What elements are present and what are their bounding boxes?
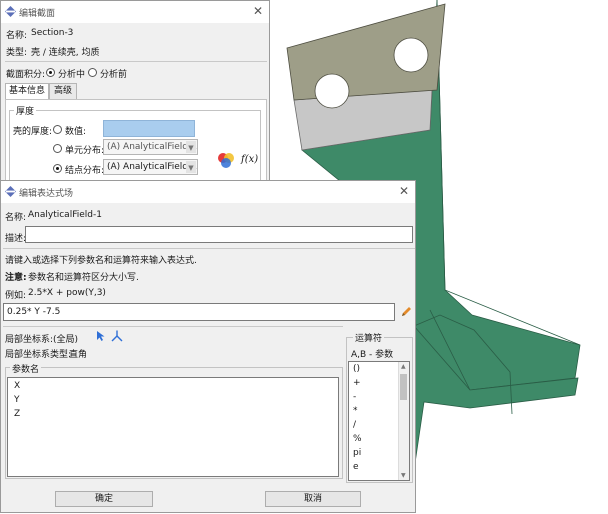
integration-before-radio[interactable] [88,68,97,77]
list-item[interactable]: Y [14,395,20,405]
expression-dialog[interactable]: 编辑表达式场 ✕ 名称: AnalyticalField-1 描述: 请键入或选… [0,180,416,513]
description-label: 描述: [5,234,27,244]
operators-list[interactable]: () + - * / % pi e ▲ ▼ [348,361,410,481]
node-dist-label: 结点分布: [65,166,105,176]
model-hole-right [393,37,429,73]
operators-group-title: 运算符 [353,331,385,344]
note-label: 注意: [5,273,27,283]
list-item[interactable]: * [353,406,358,416]
section-dialog[interactable]: 编辑截面 ✕ 名称: Section-3 类型: 壳 / 连续壳, 均质 截面积… [0,0,270,186]
integration-label: 截面积分: [6,70,46,80]
list-item[interactable]: - [353,392,356,402]
abaqus-logo-icon [5,186,16,197]
list-item[interactable]: pi [353,448,361,458]
csys-type-value: 直角 [69,350,88,360]
abaqus-logo-icon [5,6,16,17]
example-text: 2.5*X + pow(Y,3) [28,288,106,298]
select-arrow-icon[interactable] [96,330,106,342]
csys-value: (全局) [53,335,79,345]
cancel-button[interactable]: 取消 [265,491,361,507]
note-text: 参数名和运算符区分大小写. [28,273,139,283]
separator [3,248,415,249]
section-name-value: Section-3 [31,28,74,38]
element-dist-combo[interactable]: (A) AnalyticalField-1 ▼ [103,139,198,155]
thickness-value-radio[interactable] [53,125,62,134]
integration-during-radio[interactable] [46,68,55,77]
list-item[interactable]: Z [14,409,20,419]
section-name-label: 名称: [6,31,28,41]
example-label: 例如: [5,291,27,301]
integration-before-label: 分析前 [100,70,128,80]
pencil-icon[interactable] [401,306,412,317]
thickness-group-title: 厚度 [14,104,37,117]
model-edge-lines [436,0,581,346]
separator [3,326,343,327]
thickness-value-input[interactable] [103,120,195,137]
csys-label: 局部坐标系: [5,335,54,345]
node-dist-radio[interactable] [53,164,62,173]
close-icon[interactable]: ✕ [253,4,263,18]
description-input[interactable] [25,226,413,243]
section-dialog-title: 编辑截面 [19,9,56,19]
close-icon[interactable]: ✕ [399,184,409,198]
expression-input[interactable]: 0.25* Y -7.5 [3,303,395,321]
integration-during-label: 分析中 [58,70,86,80]
params-list[interactable]: X Y Z [7,377,339,477]
chevron-up-icon[interactable]: ▲ [401,363,406,370]
params-group-title: 参数名 [10,362,42,375]
instruction-text: 请键入或选择下列参数名和运算符来输入表达式. [5,256,197,266]
element-dist-label: 单元分布: [65,146,105,156]
element-dist-radio[interactable] [53,144,62,153]
shell-thickness-label: 壳的厚度: [13,127,53,137]
expression-dialog-titlebar[interactable]: 编辑表达式场 ✕ [1,181,415,203]
tab-advanced[interactable]: 高级 [49,83,77,99]
tab-basic[interactable]: 基本信息 [5,83,49,99]
scrollbar-thumb[interactable] [400,374,407,400]
csys-axes-icon[interactable] [111,330,123,342]
operators-header: A,B - 参数 [351,350,394,360]
chevron-down-icon: ▼ [186,161,196,173]
list-item[interactable]: + [353,378,361,388]
fx-label[interactable]: f(x) [241,154,258,165]
field-name-value: AnalyticalField-1 [28,210,102,220]
node-dist-combo[interactable]: (A) AnalyticalField-1 ▼ [103,159,198,175]
section-type-label: 类型: [6,48,28,58]
model-hole-left [314,73,350,109]
field-name-label: 名称: [5,213,27,223]
list-item[interactable]: e [353,462,359,472]
list-item[interactable]: % [353,434,362,444]
chevron-down-icon[interactable]: ▼ [401,472,406,479]
expression-dialog-title: 编辑表达式场 [19,189,74,199]
csys-type-label: 局部坐标系类型: [5,350,72,360]
ok-button[interactable]: 确定 [55,491,153,507]
separator [5,61,267,62]
scrollbar[interactable]: ▲ ▼ [398,362,409,480]
section-type-value: 壳 / 连续壳, 均质 [31,48,100,58]
analytical-field-icon[interactable] [217,152,235,168]
thickness-value-label: 数值: [65,127,87,137]
section-dialog-titlebar[interactable]: 编辑截面 ✕ [1,1,269,23]
list-item[interactable]: / [353,420,356,430]
chevron-down-icon: ▼ [186,141,196,153]
list-item[interactable]: () [353,364,360,374]
list-item[interactable]: X [14,381,20,391]
